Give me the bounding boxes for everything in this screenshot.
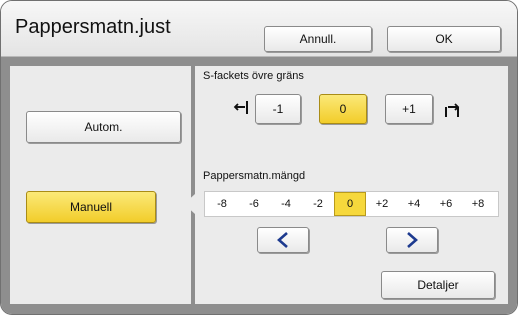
s-tray-zero-button[interactable]: 0 (319, 94, 367, 124)
scale-value-minus8[interactable]: -8 (206, 192, 238, 216)
scale-value-plus8[interactable]: +8 (462, 192, 494, 216)
manual-mode-button[interactable]: Manuell (26, 191, 156, 223)
auto-mode-button[interactable]: Autom. (26, 111, 181, 143)
scale-value-minus2[interactable]: -2 (302, 192, 334, 216)
scale-value-minus6[interactable]: -6 (238, 192, 270, 216)
feed-amount-scale: -8 -6 -4 -2 0 +2 +4 +6 +8 (204, 191, 499, 217)
s-tray-minus-button[interactable]: -1 (255, 94, 301, 124)
panel-pointer (184, 194, 195, 214)
scale-value-zero-selected[interactable]: 0 (334, 192, 366, 216)
ok-button[interactable]: OK (387, 26, 501, 52)
s-tray-plus-button[interactable]: +1 (385, 94, 433, 124)
chevron-right-icon (407, 232, 418, 248)
chevron-left-icon (277, 232, 288, 248)
tray-upper-icon (445, 103, 460, 117)
tray-lower-icon (233, 101, 248, 114)
scale-value-plus4[interactable]: +4 (398, 192, 430, 216)
dialog-body: Autom. Manuell S-fackets övre gräns -1 0… (1, 57, 517, 314)
manual-settings-panel: S-fackets övre gräns -1 0 +1 Pappersmatn… (184, 66, 508, 304)
mode-column: Autom. Manuell (10, 66, 191, 304)
scale-value-minus4[interactable]: -4 (270, 192, 302, 216)
dialog-header: Pappersmatn.just Annull. OK (1, 1, 517, 57)
scale-value-plus2[interactable]: +2 (366, 192, 398, 216)
details-button[interactable]: Detaljer (381, 271, 495, 299)
s-tray-label: S-fackets övre gräns (203, 70, 304, 82)
cancel-button[interactable]: Annull. (264, 26, 372, 52)
scale-value-plus6[interactable]: +6 (430, 192, 462, 216)
feed-amount-label: Pappersmatn.mängd (203, 170, 306, 182)
increase-button[interactable] (386, 227, 438, 253)
dialog-window: Pappersmatn.just Annull. OK Autom. Manue… (0, 0, 518, 315)
dialog-title: Pappersmatn.just (15, 16, 171, 38)
decrease-button[interactable] (257, 227, 309, 253)
